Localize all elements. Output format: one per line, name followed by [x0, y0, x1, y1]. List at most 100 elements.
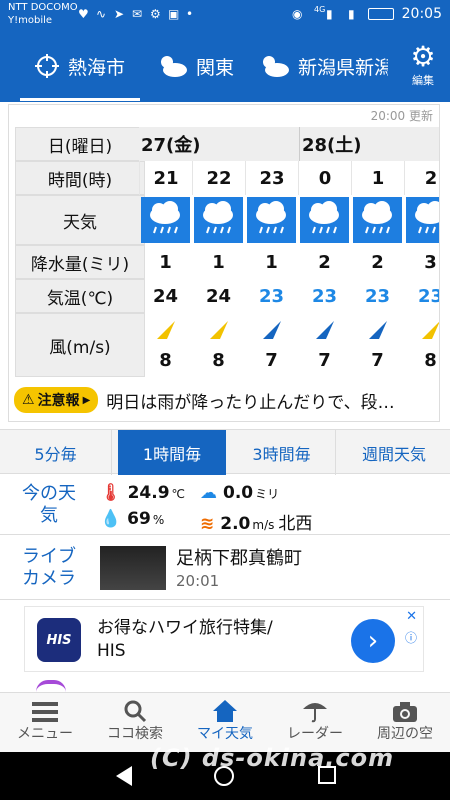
camera-location: 足柄下郡真鶴町 — [176, 548, 302, 569]
wind-direction-icon — [365, 317, 391, 343]
tab-5min[interactable]: 5分毎 — [0, 430, 112, 475]
signal-icon: ▮ — [326, 7, 333, 21]
back-icon[interactable] — [116, 766, 132, 786]
precip-cell: 3 — [424, 251, 437, 273]
temp-cell: 23 — [311, 285, 338, 307]
temp-cell: 24 — [152, 285, 179, 307]
wind-direction-icon — [206, 317, 232, 343]
wind-speed-cell: 8 — [424, 349, 437, 371]
nav-label: 周辺の空 — [377, 726, 433, 742]
more-dots-icon: • — [186, 7, 194, 21]
ad-line1: お得なハワイ旅行特集/ — [97, 618, 273, 638]
chevron-right-icon: ▶ — [82, 394, 91, 406]
wind-direction-icon — [259, 317, 285, 343]
ad-logo: HIS — [37, 618, 81, 662]
temp-unit: ℃ — [171, 487, 186, 501]
camera-thumbnail[interactable] — [100, 546, 166, 590]
bottom-navigation: メニュー ココ検索 マイ天気 レーダー 周辺の空 — [0, 692, 450, 752]
rain-icon — [353, 197, 402, 243]
rain-icon — [194, 197, 243, 243]
warning-icon: ⚠ — [22, 392, 35, 408]
tab-3hour[interactable]: 3時間毎 — [228, 430, 336, 475]
location-tab-current[interactable]: 熱海市 — [34, 46, 125, 86]
network-type-label: 4G — [314, 5, 326, 14]
carrier-label: NTT DOCOMO — [8, 2, 78, 13]
location-tab-kanto[interactable]: 関東 — [156, 46, 234, 86]
ad-banner[interactable]: HIS お得なハワイ旅行特集/ HIS › ✕ ⓘ — [24, 606, 424, 672]
camera-icon — [360, 693, 450, 723]
image-icon: ▣ — [168, 7, 180, 21]
temp-cell: 23 — [417, 285, 439, 307]
rain-icon — [406, 197, 439, 243]
hour-cell: 23 — [245, 161, 298, 195]
temp-cell: 24 — [205, 285, 232, 307]
send-icon: ➤ — [114, 7, 125, 21]
row-label-weather: 天気 — [15, 195, 145, 245]
precip-cell: 1 — [265, 251, 278, 273]
advisory-text: 明日は雨が降ったり止んだりで、段… — [106, 392, 395, 413]
wind-speed-cell: 7 — [318, 349, 331, 371]
row-label-precip: 降水量(ミリ) — [15, 245, 145, 279]
precip-cell: 2 — [318, 251, 331, 273]
status-bar: NTT DOCOMO Y!mobile ♥ ∿ ➤ ✉ ⚙ ▣ • ◉ 4G ▮… — [0, 0, 450, 30]
location-tab-niigata[interactable]: 新潟県新潟 — [258, 46, 388, 86]
current-weather[interactable]: 今の天気 🌡 24.9 ℃ ☁ 0.0 ミリ 💧 69 % ≋ 2.0 m/s … — [0, 475, 450, 535]
hour-cell: 21 — [139, 161, 192, 195]
advisory-badge: ⚠ 注意報 ▶ — [14, 387, 99, 413]
clock: 20:05 — [401, 6, 442, 22]
wind-direction-icon — [418, 317, 439, 343]
ad-info-icon[interactable]: ⓘ — [405, 629, 417, 646]
current-humidity: 69 — [127, 509, 151, 529]
day-label: 27(金) — [139, 127, 299, 161]
tab-hourly[interactable]: 1時間毎 — [118, 430, 226, 475]
precip-unit: ミリ — [255, 487, 280, 501]
humidity-icon: 💧 — [100, 509, 122, 529]
rain-icon — [247, 197, 296, 243]
wind-speed-cell: 8 — [212, 349, 225, 371]
nav-label: ココ検索 — [107, 726, 163, 742]
hour-cell: 0 — [298, 161, 351, 195]
nav-label: マイ天気 — [197, 726, 253, 742]
ad-open-button[interactable]: › — [351, 619, 395, 663]
thermometer-icon: 🌡 — [100, 483, 122, 503]
live-camera[interactable]: ライブカメラ 足柄下郡真鶴町 20:01 — [0, 536, 450, 600]
nav-menu[interactable]: メニュー — [0, 693, 90, 753]
edit-button[interactable]: ⚙ 編集 — [406, 42, 440, 88]
row-label-day: 日(曜日) — [15, 127, 145, 161]
active-tab-indicator — [20, 98, 140, 101]
weather-advisory[interactable]: ⚠ 注意報 ▶ 明日は雨が降ったり止んだりで、段… — [14, 386, 438, 414]
tab-weekly[interactable]: 週間天気 — [338, 430, 450, 475]
period-tabs: 5分毎 1時間毎 3時間毎 週間天気 — [0, 429, 450, 475]
temp-cell: 23 — [364, 285, 391, 307]
row-label-hour: 時間(時) — [15, 161, 145, 195]
advisory-badge-label: 注意報 — [37, 393, 80, 409]
menu-icon — [0, 693, 90, 723]
carrier-label-secondary: Y!mobile — [8, 15, 53, 26]
hour-cell: 22 — [192, 161, 245, 195]
ad-close-icon[interactable]: ✕ — [406, 609, 417, 624]
edit-label: 編集 — [412, 74, 434, 87]
precip-cell: 1 — [159, 251, 172, 273]
current-precip: 0.0 — [223, 483, 254, 503]
nav-label: メニュー — [17, 726, 73, 742]
temp-cell: 23 — [258, 285, 285, 307]
location-label: 新潟県新潟 — [298, 56, 388, 79]
chevron-right-icon: › — [367, 626, 379, 656]
row-label-temp: 気温(℃) — [15, 279, 145, 313]
wind-unit: m/s — [252, 518, 275, 532]
current-temp: 24.9 — [127, 483, 170, 503]
hour-cell: 1 — [351, 161, 404, 195]
day-label: 28(土) — [299, 127, 439, 161]
rain-icon — [300, 197, 349, 243]
wind-direction-icon — [312, 317, 338, 343]
location-header: 熱海市 関東 新潟県新潟 ⚙ 編集 — [0, 30, 450, 102]
current-wind: 2.0 — [220, 514, 251, 534]
live-camera-label: ライブカメラ — [22, 546, 76, 589]
nav-label: レーダー — [287, 726, 343, 742]
signal-icon-2: ▮ — [348, 7, 355, 21]
ad-text: お得なハワイ旅行特集/ HIS — [97, 617, 347, 663]
rain-cloud-icon: ☁ — [200, 483, 217, 503]
hourly-forecast-card: 20:00 更新 日(曜日) 時間(時) 天気 降水量(ミリ) 気温(℃) 風(… — [8, 104, 440, 422]
battery-icon — [368, 8, 394, 20]
wind-speed-cell: 7 — [265, 349, 278, 371]
